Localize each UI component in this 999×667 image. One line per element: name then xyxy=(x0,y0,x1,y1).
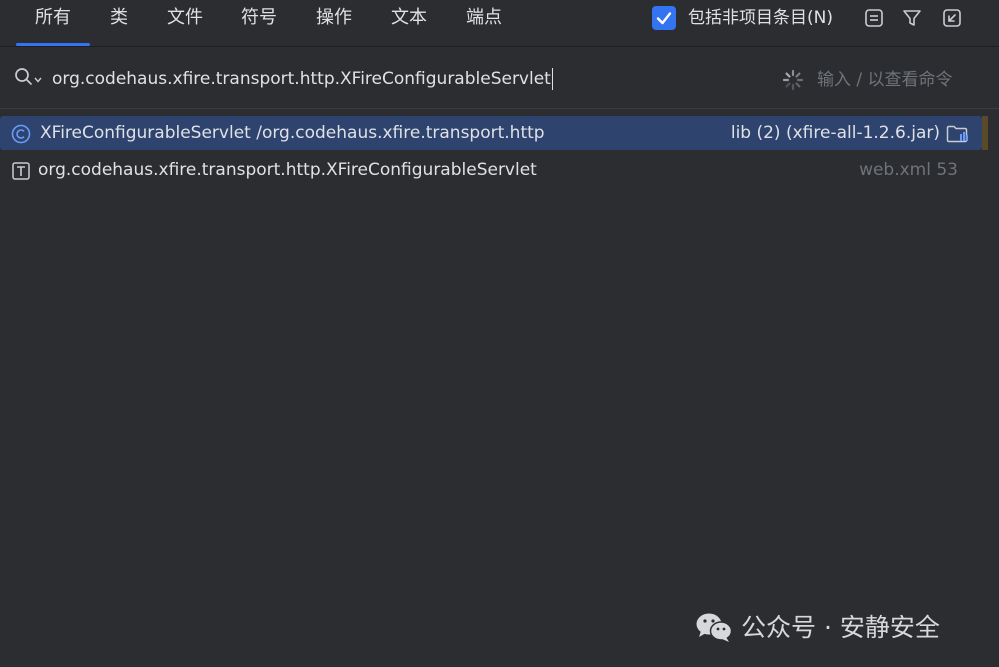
include-non-project-label[interactable]: 包括非项目条目(N) xyxy=(688,6,833,30)
result-location: lib (2) (xfire-all-1.2.6.jar) xyxy=(730,123,940,143)
tab-all[interactable]: 所有 xyxy=(16,0,90,46)
result-location: web.xml 53 xyxy=(859,160,958,180)
open-in-window-icon[interactable] xyxy=(940,6,964,30)
tab-files[interactable]: 文件 xyxy=(160,0,210,46)
search-icon[interactable] xyxy=(14,67,34,87)
wechat-icon xyxy=(696,613,733,642)
checkmark-icon xyxy=(656,12,672,25)
tab-endpoints[interactable]: 端点 xyxy=(459,0,509,46)
divider xyxy=(0,108,999,109)
search-input-value: org.codehaus.xfire.transport.http.XFireC… xyxy=(52,69,551,89)
tab-actions[interactable]: 操作 xyxy=(309,0,359,46)
result-row[interactable]: org.codehaus.xfire.transport.http.XFireC… xyxy=(0,153,982,187)
tab-classes[interactable]: 类 xyxy=(100,0,138,46)
scroll-marker xyxy=(982,116,988,150)
tab-text[interactable]: 文本 xyxy=(384,0,434,46)
result-name: XFireConfigurableServlet /org.codehaus.x… xyxy=(40,123,545,143)
library-folder-icon xyxy=(946,125,968,143)
text-icon xyxy=(12,162,30,180)
loading-spinner-icon xyxy=(782,69,804,91)
command-hint: 输入 / 以查看命令 xyxy=(817,70,953,90)
search-input[interactable]: org.codehaus.xfire.transport.http.XFireC… xyxy=(52,65,752,93)
search-everywhere-tabbar: 所有 类 文件 符号 操作 文本 端点 包括非项目条目(N) xyxy=(0,0,999,46)
preview-icon[interactable] xyxy=(862,6,886,30)
search-bar: org.codehaus.xfire.transport.http.XFireC… xyxy=(0,46,999,109)
result-name: org.codehaus.xfire.transport.http.XFireC… xyxy=(38,160,537,180)
tab-symbols[interactable]: 符号 xyxy=(234,0,284,46)
include-non-project-checkbox[interactable] xyxy=(652,6,676,30)
filter-icon[interactable] xyxy=(900,6,924,30)
watermark-text: 公众号 · 安静安全 xyxy=(741,613,940,642)
chevron-down-icon[interactable] xyxy=(34,77,42,83)
result-row[interactable]: XFireConfigurableServlet /org.codehaus.x… xyxy=(0,116,982,150)
class-icon xyxy=(11,124,31,144)
text-caret xyxy=(551,68,553,90)
